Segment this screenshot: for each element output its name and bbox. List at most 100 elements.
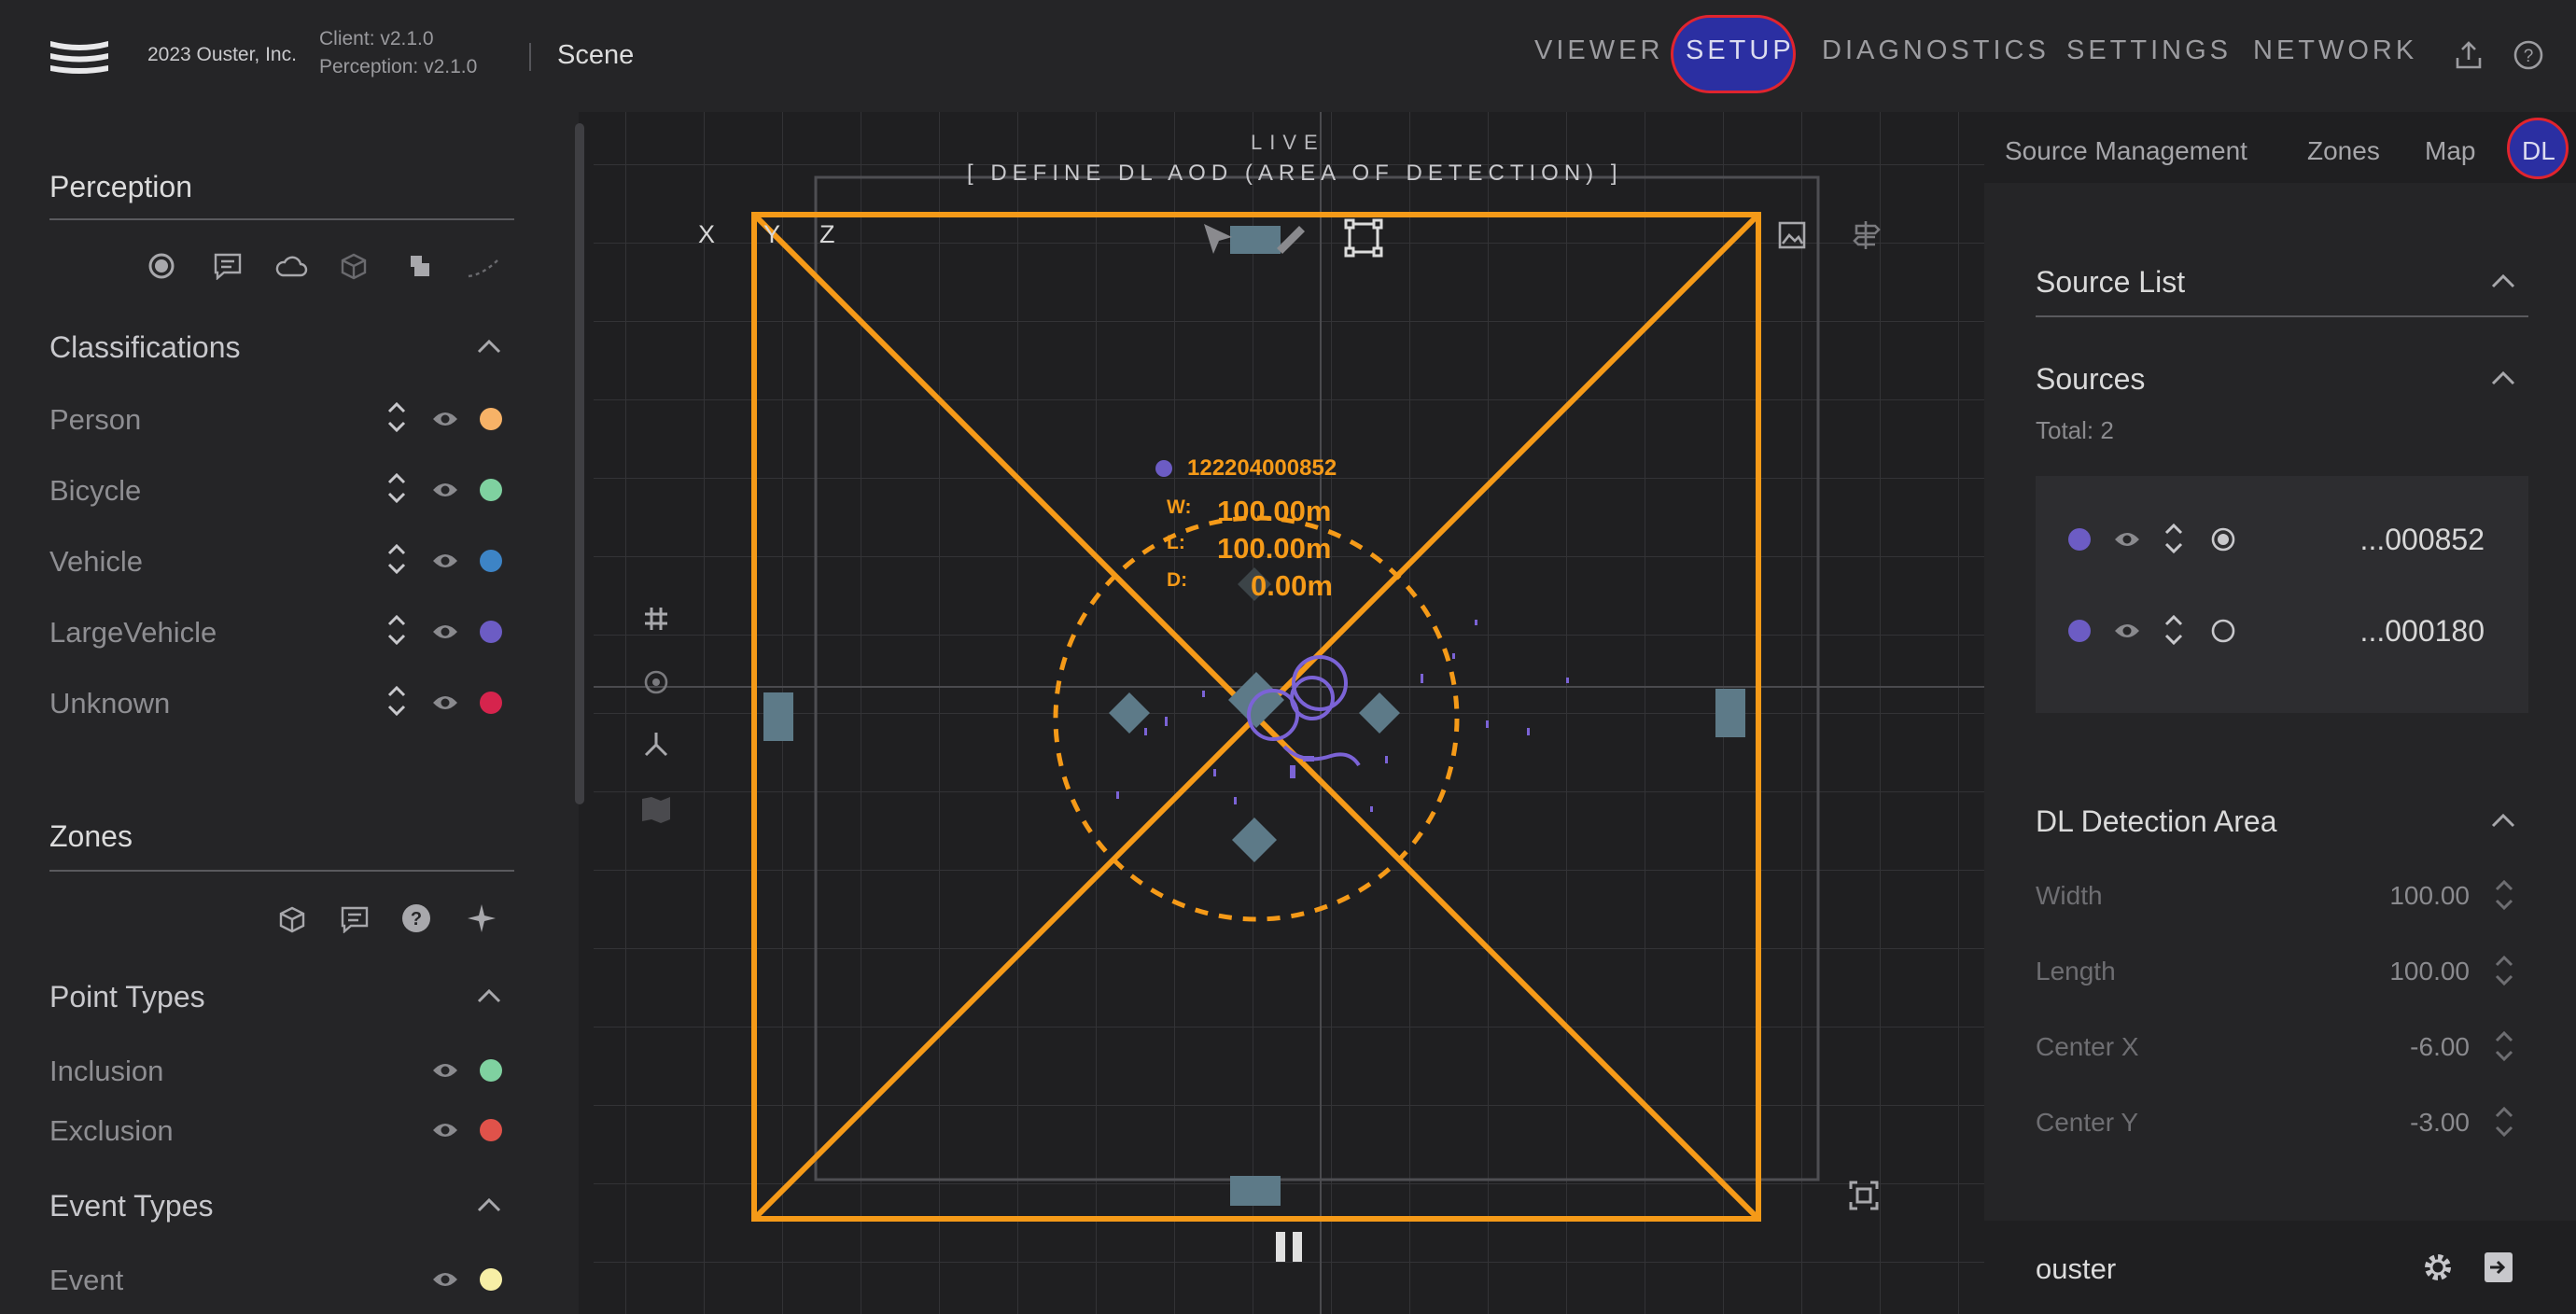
cube-icon[interactable] — [278, 905, 306, 933]
eye-icon[interactable] — [431, 1120, 459, 1140]
copyright-text: 2023 Ouster, Inc. — [147, 44, 297, 65]
svg-text:?: ? — [2524, 47, 2534, 66]
eye-icon[interactable] — [431, 551, 459, 571]
trajectory-icon[interactable] — [467, 258, 500, 278]
target-icon[interactable] — [642, 668, 670, 696]
classification-label: Unknown — [49, 687, 171, 720]
value-stepper-icon[interactable] — [2494, 1028, 2514, 1064]
classification-color-swatch[interactable] — [480, 408, 502, 430]
nav-settings[interactable]: SETTINGS — [2066, 35, 2232, 66]
point-type-color-swatch[interactable] — [480, 1059, 502, 1082]
sort-stepper-icon[interactable] — [2163, 521, 2184, 556]
sort-stepper-icon[interactable] — [386, 470, 407, 506]
sort-stepper-icon[interactable] — [2163, 612, 2184, 648]
eye-icon[interactable] — [431, 1269, 459, 1290]
sort-stepper-icon[interactable] — [386, 541, 407, 577]
classification-label: LargeVehicle — [49, 616, 217, 649]
perception-title: Perception — [49, 170, 192, 203]
point-type-color-swatch[interactable] — [480, 1119, 502, 1141]
collapse-event-types-icon[interactable] — [476, 1196, 502, 1213]
axis-x-toggle[interactable]: X — [698, 220, 715, 249]
target-icon[interactable] — [147, 252, 175, 280]
axes-icon[interactable] — [642, 730, 670, 758]
axis-z-toggle[interactable]: Z — [819, 220, 835, 249]
labels-icon[interactable] — [213, 252, 243, 280]
length-label: L: — [1167, 532, 1185, 553]
collapse-classifications-icon[interactable] — [476, 338, 502, 355]
aod-handle-bottom — [1230, 1176, 1281, 1206]
eye-icon[interactable] — [2113, 621, 2141, 641]
classification-color-swatch[interactable] — [480, 692, 502, 714]
sensor-id-label: 122204000852 — [1187, 455, 1337, 481]
logout-icon[interactable] — [2483, 1251, 2514, 1284]
sort-stepper-icon[interactable] — [386, 399, 407, 435]
point-type-label: Inclusion — [49, 1055, 164, 1087]
eye-icon[interactable] — [431, 1060, 459, 1081]
sources-title: Sources — [2036, 362, 2146, 396]
labels-icon[interactable] — [340, 905, 370, 933]
fit-view-icon[interactable] — [1848, 1180, 1880, 1211]
gear-icon[interactable] — [2421, 1251, 2455, 1284]
pointer-tool-icon[interactable] — [1200, 220, 1238, 258]
collapse-dl-area-icon[interactable] — [2490, 812, 2516, 829]
field-value-input[interactable]: -3.00 — [2283, 1108, 2470, 1138]
map-icon[interactable] — [640, 795, 672, 823]
field-value-input[interactable]: 100.00 — [2283, 957, 2470, 986]
cloud-icon[interactable] — [274, 254, 308, 278]
eye-icon[interactable] — [431, 622, 459, 642]
eye-icon[interactable] — [431, 409, 459, 429]
value-stepper-icon[interactable] — [2494, 877, 2514, 913]
field-value-input[interactable]: -6.00 — [2283, 1032, 2470, 1062]
axis-y-toggle[interactable]: Y — [763, 220, 780, 249]
eye-icon[interactable] — [431, 692, 459, 713]
sparkle-icon[interactable] — [467, 903, 497, 933]
tab-zones[interactable]: Zones — [2307, 136, 2380, 166]
tab-source-management[interactable]: Source Management — [2005, 136, 2247, 166]
classification-color-swatch[interactable] — [480, 550, 502, 572]
collapse-source-list-icon[interactable] — [2490, 273, 2516, 289]
field-value-input[interactable]: 100.00 — [2283, 881, 2470, 911]
ruler-icon[interactable] — [1271, 220, 1309, 258]
event-type-color-swatch[interactable] — [480, 1268, 502, 1291]
eye-icon[interactable] — [431, 480, 459, 500]
eye-icon[interactable] — [2113, 529, 2141, 550]
tab-dl[interactable]: DL — [2522, 136, 2555, 166]
cube-icon[interactable] — [340, 252, 368, 280]
3d-viewer[interactable] — [594, 112, 1984, 1314]
nav-setup[interactable]: SETUP — [1686, 35, 1795, 66]
perception-divider — [49, 218, 514, 220]
perception-version: Perception: v2.1.0 — [319, 56, 478, 77]
event-types-title: Event Types — [49, 1189, 214, 1223]
value-stepper-icon[interactable] — [2494, 953, 2514, 988]
nav-viewer[interactable]: VIEWER — [1534, 35, 1663, 66]
ouster-logo-icon[interactable] — [47, 34, 112, 78]
help-icon[interactable]: ? — [401, 903, 431, 933]
source-color-swatch — [2068, 620, 2091, 642]
value-stepper-icon[interactable] — [2494, 1104, 2514, 1139]
classification-color-swatch[interactable] — [480, 621, 502, 643]
shape-icon[interactable] — [405, 252, 431, 280]
classification-label: Person — [49, 403, 142, 436]
sort-stepper-icon[interactable] — [386, 683, 407, 719]
zones-divider — [49, 870, 514, 872]
help-icon[interactable]: ? — [2513, 39, 2544, 71]
image-icon[interactable] — [1777, 220, 1807, 250]
nav-network[interactable]: NETWORK — [2253, 35, 2417, 66]
collapse-sources-icon[interactable] — [2490, 370, 2516, 386]
pause-icon[interactable] — [1273, 1230, 1305, 1264]
dl-area-title: DL Detection Area — [2036, 804, 2277, 838]
source-select-radio[interactable] — [2210, 526, 2236, 552]
left-scrollbar[interactable] — [575, 123, 584, 804]
source-select-radio[interactable] — [2210, 618, 2236, 644]
grid-icon[interactable] — [642, 605, 670, 633]
nav-diagnostics[interactable]: DIAGNOSTICS — [1822, 35, 2050, 66]
upload-icon[interactable] — [2455, 39, 2483, 71]
collapse-point-types-icon[interactable] — [476, 987, 502, 1004]
classification-color-swatch[interactable] — [480, 479, 502, 501]
select-area-icon[interactable] — [1344, 218, 1383, 258]
tab-map[interactable]: Map — [2425, 136, 2475, 166]
sort-stepper-icon[interactable] — [386, 612, 407, 648]
depth-value: 0.00m — [1251, 569, 1333, 602]
signpost-icon[interactable] — [1850, 218, 1882, 252]
sources-total: Total: 2 — [2036, 416, 2114, 444]
